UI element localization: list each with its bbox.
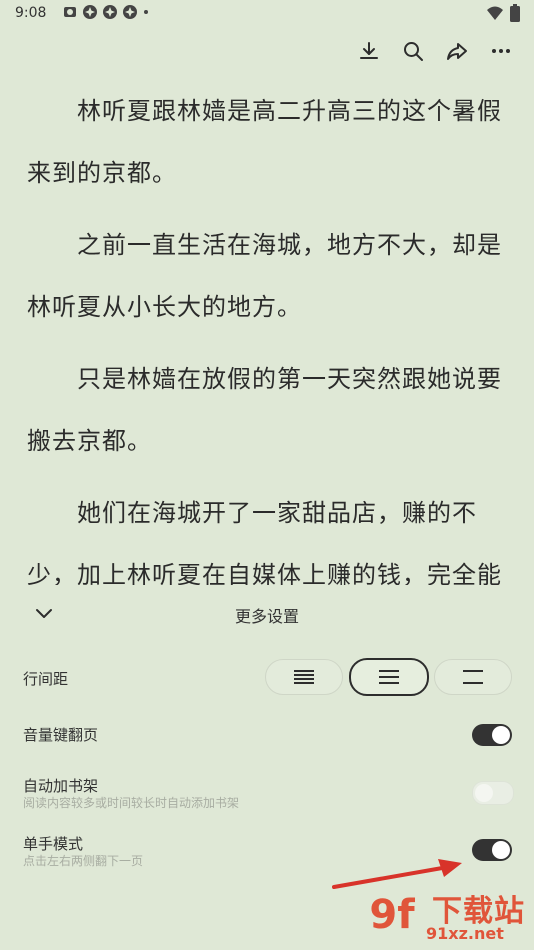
more-button[interactable] xyxy=(486,36,516,66)
volume-page-label: 音量键翻页 xyxy=(23,726,99,744)
line-spacing-wide-button[interactable] xyxy=(434,659,512,695)
line-spacing-dense-button[interactable] xyxy=(265,659,343,695)
watermark: 9f 下载站 91xz.net xyxy=(362,884,532,946)
line-spacing-medium-icon xyxy=(379,670,399,684)
line-spacing-label: 行间距 xyxy=(23,670,69,688)
sheet-title: 更多设置 xyxy=(234,607,299,626)
share-icon xyxy=(447,43,467,60)
one-hand-toggle[interactable] xyxy=(472,839,512,861)
download-button[interactable] xyxy=(354,36,384,66)
toggle-knob xyxy=(475,784,493,802)
more-icon xyxy=(492,49,510,53)
auto-shelf-label: 自动加书架 xyxy=(23,777,99,795)
sheet-header: 更多设置 xyxy=(0,585,534,643)
notification-icons xyxy=(62,4,150,20)
share-button[interactable] xyxy=(442,36,472,66)
volume-page-toggle[interactable] xyxy=(472,724,512,746)
auto-shelf-toggle[interactable] xyxy=(472,781,514,805)
toggle-knob xyxy=(492,841,510,859)
pinwheel-icon xyxy=(83,5,97,19)
reader-content[interactable]: 林听夏跟林嫱是高二升高三的这个暑假来到的京都。 之前一直生活在海城，地方不大，却… xyxy=(27,80,511,616)
pinwheel-icon xyxy=(103,5,117,19)
auto-shelf-description: 阅读内容较多或时间较长时自动添加书架 xyxy=(23,796,240,810)
one-hand-description: 点击左右两侧翻下一页 xyxy=(23,854,144,868)
dot-icon xyxy=(144,10,148,14)
pinwheel-icon xyxy=(123,5,137,19)
paragraph: 只是林嫱在放假的第一天突然跟她说要搬去京都。 xyxy=(27,365,502,455)
line-spacing-dense-icon xyxy=(294,670,314,684)
status-time: 9:08 xyxy=(15,5,47,21)
download-icon xyxy=(360,42,378,59)
status-bar: 9:08 xyxy=(0,0,534,28)
line-spacing-medium-button[interactable] xyxy=(349,658,429,696)
system-icons xyxy=(486,4,520,22)
wifi-icon xyxy=(487,6,503,20)
paragraph: 之前一直生活在海城，地方不大，却是林听夏从小长大的地方。 xyxy=(27,231,502,321)
toggle-knob xyxy=(492,726,510,744)
search-icon xyxy=(404,42,423,61)
watermark-logo: 9f xyxy=(369,892,415,938)
search-button[interactable] xyxy=(398,36,428,66)
battery-icon xyxy=(510,4,520,22)
app-notification-icon xyxy=(64,7,76,17)
reader-toolbar xyxy=(354,36,516,66)
line-spacing-wide-icon xyxy=(463,670,483,684)
watermark-url: 91xz.net xyxy=(426,924,504,943)
paragraph: 林听夏跟林嫱是高二升高三的这个暑假来到的京都。 xyxy=(27,97,502,187)
one-hand-label: 单手模式 xyxy=(23,835,84,853)
